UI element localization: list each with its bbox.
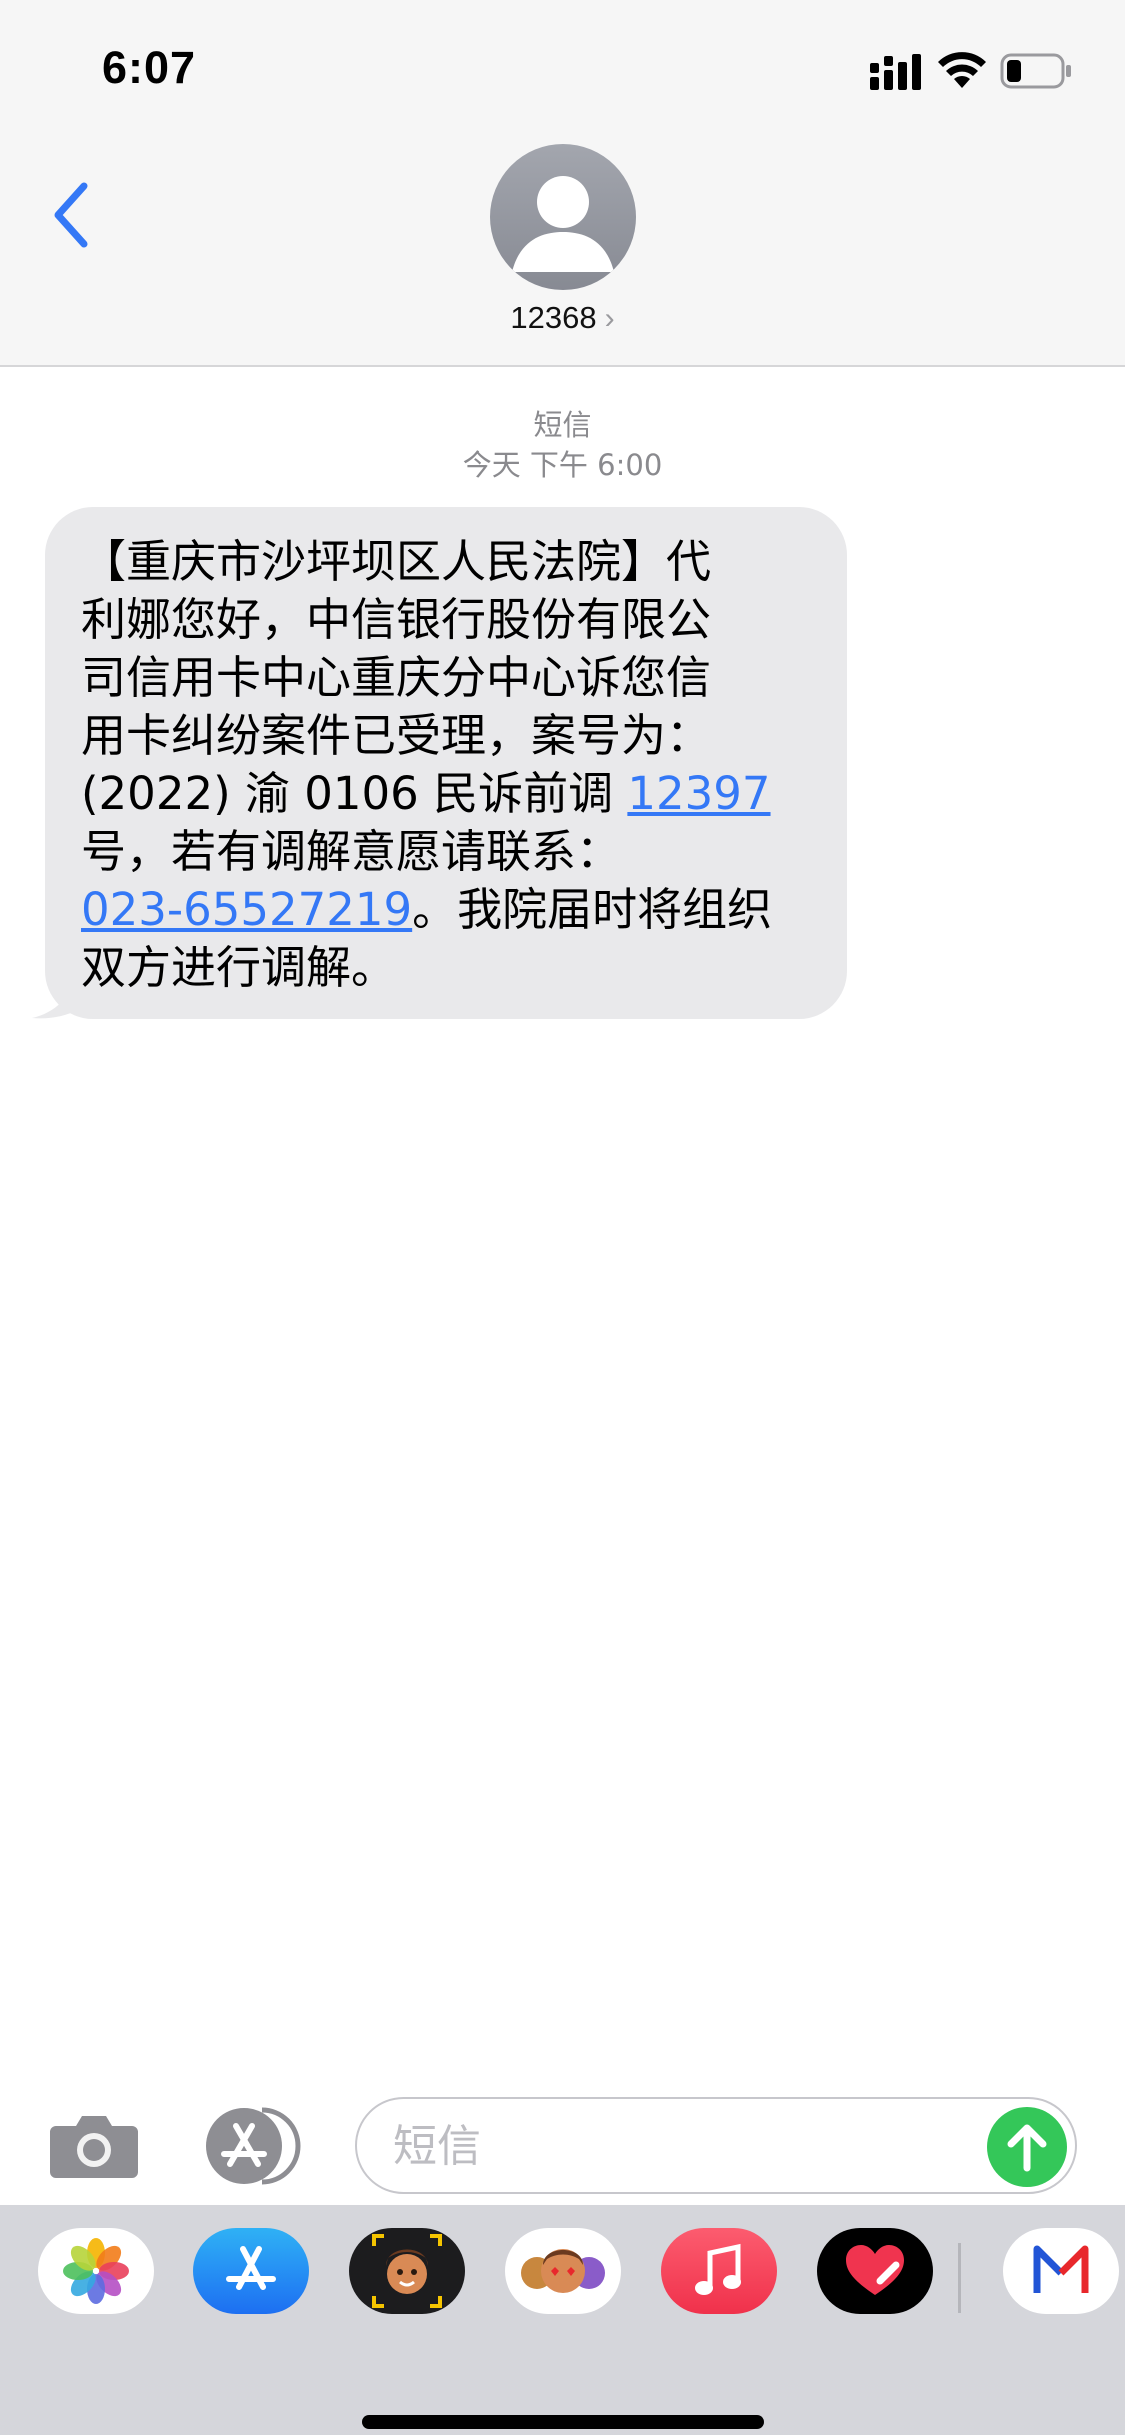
app-store-glyph-icon <box>226 2246 276 2290</box>
message-line: 利娜您好，中信银行股份有限公 <box>81 593 712 646</box>
person-icon <box>512 176 614 272</box>
photos-flower-icon <box>63 2238 129 2304</box>
dock-divider <box>958 2243 961 2313</box>
message-line: 【重庆市沙坪坝区人民法院】代 <box>81 535 712 588</box>
phone-number-link[interactable]: 023-65527219 <box>81 883 412 936</box>
memoji-app-icon[interactable] <box>349 2228 465 2314</box>
chevron-right-icon: › <box>604 302 615 335</box>
contact-avatar[interactable] <box>490 144 636 290</box>
memoji-face-icon <box>372 2234 442 2308</box>
message-line: 用卡纠纷案件已受理，案号为： <box>81 709 712 762</box>
chevron-left-icon <box>54 182 88 248</box>
message-text: (2022) 渝 0106 民诉前调 <box>81 767 628 820</box>
battery-icon <box>1000 53 1071 89</box>
message-input-container[interactable] <box>355 2097 1077 2194</box>
message-text: 。我院届时将组织 <box>412 883 773 936</box>
music-app-icon[interactable] <box>661 2228 777 2314</box>
message-line: 号，若有调解意愿请联系： <box>81 825 622 878</box>
message-line-with-phone-link: 023-65527219。我院届时将组织 <box>81 881 817 939</box>
arrow-up-icon <box>1007 2124 1047 2172</box>
contact-number: 12368 <box>510 300 597 335</box>
imessage-app-drawer <box>0 2205 1125 2435</box>
message-timestamp: 今天 下午 6:00 <box>462 448 663 482</box>
send-button[interactable] <box>987 2107 1067 2187</box>
digital-touch-heart-icon <box>846 2245 904 2295</box>
wifi-icon <box>938 52 986 88</box>
conversation-header: 6:07 12368 › <box>0 0 1125 367</box>
message-line: 司信用卡中心重庆分中心诉您信 <box>81 651 712 704</box>
camera-icon <box>50 2116 138 2178</box>
message-input[interactable] <box>393 2117 973 2175</box>
incoming-message-bubble[interactable]: 【重庆市沙坪坝区人民法院】代 利娜您好，中信银行股份有限公 司信用卡中心重庆分中… <box>45 507 847 1019</box>
animoji-faces-icon <box>521 2249 605 2293</box>
contact-name[interactable]: 12368 › <box>0 300 1125 336</box>
music-note-icon <box>695 2243 741 2295</box>
back-button[interactable] <box>40 180 100 250</box>
app-store-icon <box>206 2107 301 2185</box>
home-indicator <box>362 2415 764 2429</box>
status-bar-time: 6:07 <box>102 42 197 93</box>
animoji-app-icon[interactable] <box>505 2228 621 2314</box>
cellular-signal-icon <box>870 54 921 90</box>
message-line-with-case-link: (2022) 渝 0106 民诉前调 12397 <box>81 765 817 823</box>
message-service-label: 短信 <box>533 408 592 442</box>
heart-app-icon[interactable] <box>817 2228 933 2314</box>
m-logo-icon <box>1033 2245 1089 2293</box>
app-store-button[interactable] <box>200 2106 306 2186</box>
case-number-link[interactable]: 12397 <box>627 767 770 820</box>
camera-button[interactable] <box>48 2108 140 2180</box>
m-app-icon[interactable] <box>1003 2228 1119 2314</box>
app-store-app-icon[interactable] <box>193 2228 309 2314</box>
message-line: 双方进行调解。 <box>81 941 397 994</box>
photos-app-icon[interactable] <box>38 2228 154 2314</box>
